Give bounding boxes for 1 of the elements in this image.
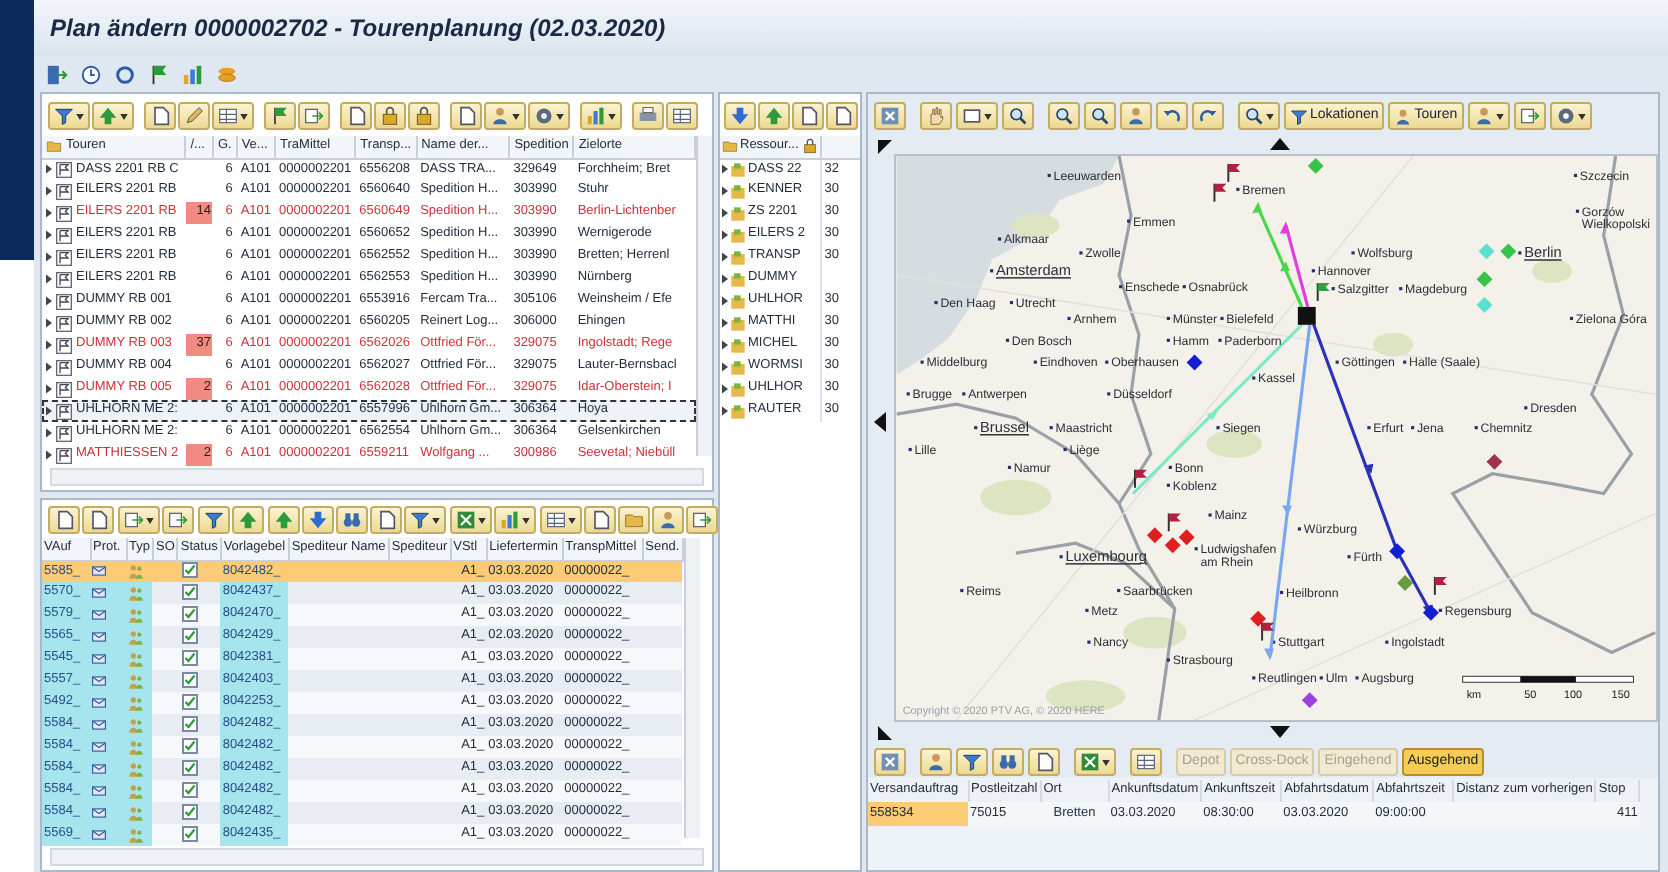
- window-title: Plan ändern 0000002702 - Tourenplanung (02.03.2020): [50, 12, 666, 46]
